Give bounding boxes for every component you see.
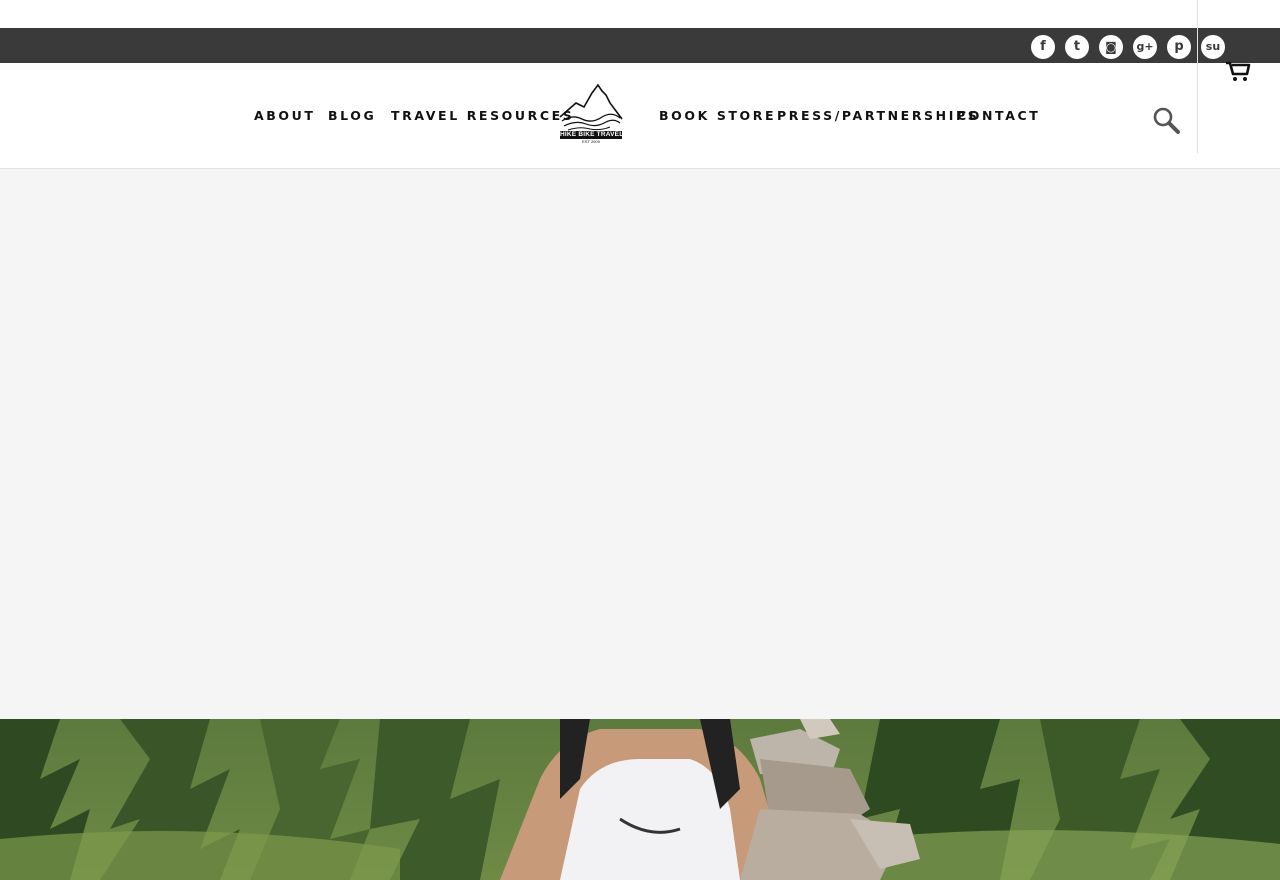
nav-travel-resources[interactable]: TRAVEL RESOURCES: [391, 108, 574, 123]
header-divider: [1197, 0, 1198, 153]
hero-image: [0, 719, 1280, 880]
logo-text: HIKE BIKE TRAVEL: [560, 131, 624, 139]
site-logo[interactable]: HIKE BIKE TRAVEL EST 2009: [558, 81, 624, 147]
nav-blog[interactable]: BLOG: [328, 108, 376, 123]
nav-press-partnerships[interactable]: PRESS/PARTNERSHIPS: [777, 108, 979, 123]
pinterest-icon[interactable]: p: [1167, 35, 1191, 59]
search-icon[interactable]: [1152, 106, 1182, 136]
logo-est: EST 2009: [582, 139, 600, 144]
google-plus-icon[interactable]: g+: [1133, 35, 1157, 59]
instagram-icon[interactable]: ◙: [1099, 35, 1123, 59]
mountain-logo-icon: [559, 83, 623, 131]
nav-about[interactable]: ABOUT: [254, 108, 316, 123]
facebook-icon[interactable]: f: [1031, 35, 1055, 59]
content-area: [0, 169, 1280, 719]
cart-icon[interactable]: [1225, 59, 1251, 83]
nav-contact[interactable]: CONTACT: [957, 108, 1040, 123]
site-header: ABOUT BLOG TRAVEL RESOURCES HIKE BIKE TR…: [0, 63, 1280, 169]
twitter-icon[interactable]: t: [1065, 35, 1089, 59]
hiker-photo-icon: [0, 719, 1280, 880]
social-bar: f t ◙ g+ p su: [0, 28, 1280, 63]
nav-book-store[interactable]: BOOK STORE: [659, 108, 776, 123]
top-strip: [0, 0, 1280, 28]
stumbleupon-icon[interactable]: su: [1201, 35, 1225, 59]
